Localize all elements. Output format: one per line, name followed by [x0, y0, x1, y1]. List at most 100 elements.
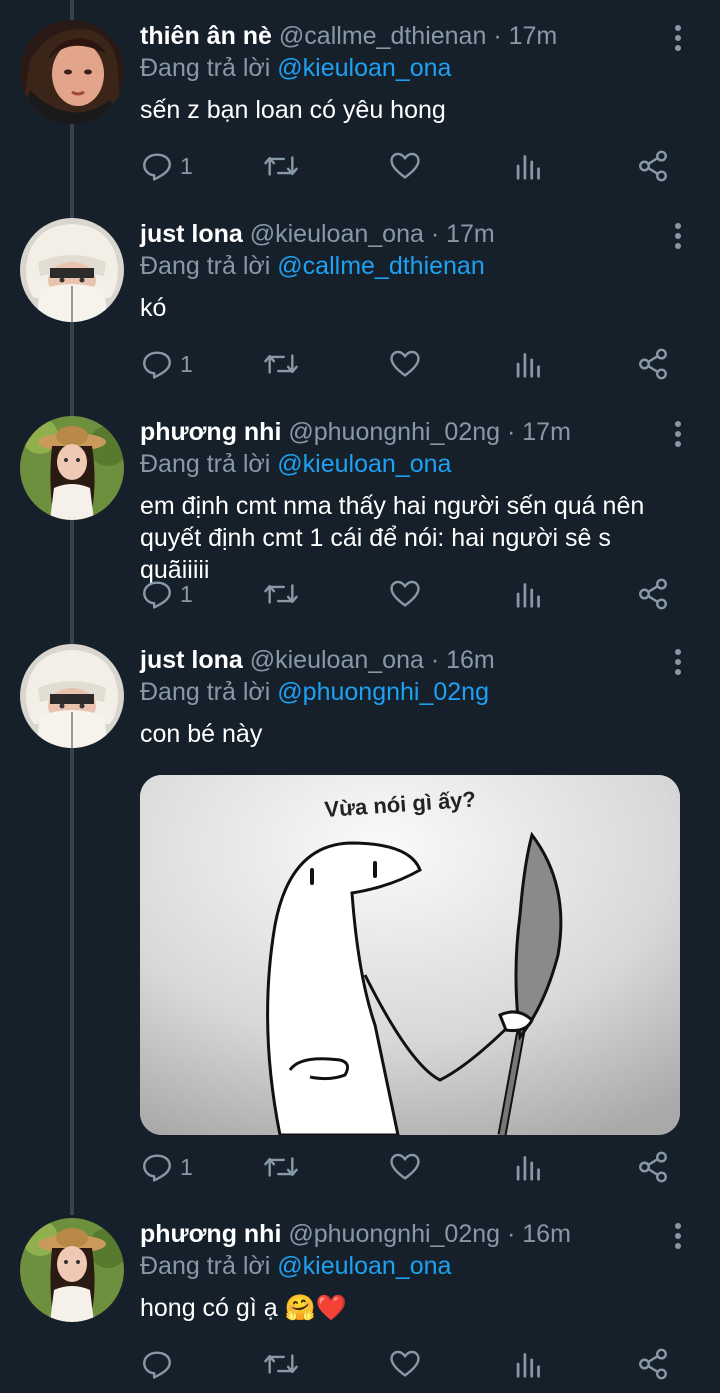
avatar-just-lona[interactable]	[20, 644, 124, 748]
avatar-phuong-nhi[interactable]	[20, 416, 124, 520]
tweet-actions: 1	[140, 344, 680, 384]
avatar-thien-an[interactable]	[20, 20, 124, 124]
tweet-media-image[interactable]: Vừa nói gì ấy?	[140, 775, 680, 1135]
analytics-icon	[516, 1156, 540, 1181]
retweet-icon	[264, 1157, 298, 1177]
share-icon	[639, 1348, 667, 1380]
reply-button[interactable]: 1	[140, 574, 193, 614]
thread-line	[70, 0, 74, 1215]
replying-to: Đang trả lời @callme_dthienan	[140, 250, 680, 282]
share-icon	[639, 150, 667, 182]
mention-link[interactable]: @kieuloan_ona	[277, 54, 451, 82]
replying-to-label: Đang trả lời	[140, 252, 271, 280]
handle-time: @kieuloan_ona · 17m	[249, 220, 495, 248]
heart-icon	[390, 1153, 420, 1180]
display-name[interactable]: just lona	[140, 646, 243, 674]
handle-time: @kieuloan_ona · 16m	[249, 646, 495, 674]
tweet-header: phương nhi @phuongnhi_02ng · 16m	[140, 1218, 680, 1250]
tweet-text: kó	[140, 294, 167, 322]
retweet-button[interactable]	[262, 344, 300, 384]
display-name[interactable]: phương nhi	[140, 418, 281, 446]
tweet-actions	[140, 1344, 680, 1384]
display-name[interactable]: phương nhi	[140, 1220, 281, 1248]
retweet-button[interactable]	[262, 146, 300, 186]
reply-button[interactable]	[140, 1344, 180, 1384]
avatar-just-lona[interactable]	[20, 218, 124, 322]
heart-icon	[390, 152, 420, 179]
mention-link[interactable]: @kieuloan_ona	[277, 1252, 451, 1280]
avatar-phuong-nhi[interactable]	[20, 1218, 124, 1322]
like-button[interactable]	[388, 1147, 422, 1187]
analytics-icon	[516, 155, 540, 180]
replying-to-label: Đang trả lời	[140, 54, 271, 82]
like-button[interactable]	[388, 344, 422, 384]
replying-to-label: Đang trả lời	[140, 450, 271, 478]
display-name[interactable]: thiên ân nè	[140, 22, 272, 50]
tweet-text: con bé này	[140, 720, 263, 748]
share-button[interactable]	[636, 1147, 670, 1187]
tweet-actions: 1	[140, 1147, 680, 1187]
more-options-icon[interactable]	[672, 420, 684, 448]
tweet-body: just lona @kieuloan_ona · 16m Đang trả l…	[140, 644, 680, 750]
reply-icon	[143, 1351, 171, 1379]
mention-link[interactable]: @callme_dthienan	[277, 252, 484, 280]
tweet-header: phương nhi @phuongnhi_02ng · 17m	[140, 416, 680, 448]
reply-count: 1	[180, 580, 193, 607]
reply-count: 1	[180, 350, 193, 377]
share-icon	[639, 348, 667, 380]
tweet-body: just lona @kieuloan_ona · 17m Đang trả l…	[140, 218, 680, 324]
tweet-actions: 1	[140, 574, 680, 614]
heart-icon	[390, 350, 420, 377]
emoji-hug-heart: 🤗❤️	[284, 1294, 347, 1322]
analytics-icon	[516, 353, 540, 378]
replying-to-label: Đang trả lời	[140, 678, 271, 706]
reply-button[interactable]: 1	[140, 1147, 193, 1187]
reply-icon	[143, 351, 171, 379]
handle-time: @phuongnhi_02ng · 16m	[288, 1220, 571, 1248]
share-button[interactable]	[636, 574, 670, 614]
tweet-body: phương nhi @phuongnhi_02ng · 16m Đang tr…	[140, 1218, 680, 1324]
replying-to-label: Đang trả lời	[140, 1252, 271, 1280]
more-options-icon[interactable]	[672, 24, 684, 52]
tweet-header: thiên ân nè @callme_dthienan · 17m	[140, 20, 680, 52]
retweet-button[interactable]	[262, 574, 300, 614]
like-button[interactable]	[388, 146, 422, 186]
tweet-header: just lona @kieuloan_ona · 16m	[140, 644, 680, 676]
analytics-button[interactable]	[514, 1147, 544, 1187]
retweet-icon	[264, 156, 298, 176]
analytics-icon	[516, 1353, 540, 1378]
like-button[interactable]	[388, 1344, 422, 1384]
more-options-icon[interactable]	[672, 1222, 684, 1250]
reply-icon	[143, 153, 171, 181]
analytics-button[interactable]	[514, 1344, 544, 1384]
tweet-text-content: hong có gì ạ	[140, 1294, 278, 1322]
more-options-icon[interactable]	[672, 648, 684, 676]
replying-to: Đang trả lời @phuongnhi_02ng	[140, 676, 680, 708]
retweet-button[interactable]	[262, 1344, 300, 1384]
retweet-button[interactable]	[262, 1147, 300, 1187]
share-button[interactable]	[636, 1344, 670, 1384]
display-name[interactable]: just lona	[140, 220, 243, 248]
share-button[interactable]	[636, 344, 670, 384]
tweet-text-line: em định cmt nma thấy hai người sến quá n…	[140, 492, 645, 520]
reply-button[interactable]: 1	[140, 344, 193, 384]
reply-button[interactable]: 1	[140, 146, 193, 186]
heart-icon	[390, 580, 420, 607]
handle-time: @phuongnhi_02ng · 17m	[288, 418, 571, 446]
reply-icon	[143, 581, 171, 609]
mention-link[interactable]: @phuongnhi_02ng	[277, 678, 489, 706]
mention-link[interactable]: @kieuloan_ona	[277, 450, 451, 478]
tweet-text: hong có gì ạ 🤗❤️	[140, 1292, 680, 1324]
handle-time: @callme_dthienan · 17m	[278, 22, 558, 50]
analytics-button[interactable]	[514, 344, 544, 384]
analytics-button[interactable]	[514, 146, 544, 186]
tweet-body: thiên ân nè @callme_dthienan · 17m Đang …	[140, 20, 680, 126]
share-button[interactable]	[636, 146, 670, 186]
more-options-icon[interactable]	[672, 222, 684, 250]
tweet-text: sến z bạn loan có yêu hong	[140, 96, 446, 124]
reply-icon	[143, 1154, 171, 1182]
share-icon	[639, 1151, 667, 1183]
analytics-button[interactable]	[514, 574, 544, 614]
retweet-icon	[264, 584, 298, 604]
like-button[interactable]	[388, 574, 422, 614]
